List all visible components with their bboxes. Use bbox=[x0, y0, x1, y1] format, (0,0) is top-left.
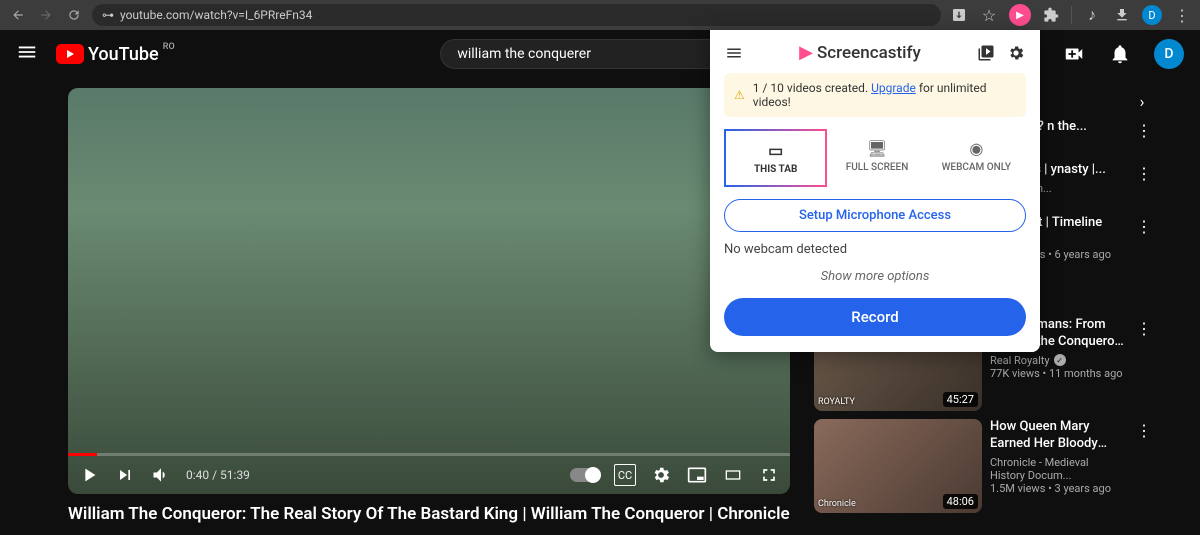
extensions-icon[interactable] bbox=[1041, 5, 1061, 25]
volume-icon[interactable] bbox=[150, 464, 172, 486]
video-title: William The Conqueror: The Real Story Of… bbox=[68, 504, 790, 524]
miniplayer-icon[interactable] bbox=[686, 464, 708, 486]
bookmark-star-icon[interactable]: ☆ bbox=[979, 5, 999, 25]
recommendation-item[interactable]: Chronicle 48:06 How Queen Mary Earned He… bbox=[814, 419, 1154, 513]
more-icon[interactable]: ⋮ bbox=[1134, 119, 1154, 142]
screencastify-popup: ▶ Screencastify ⚠ 1 / 10 videos created.… bbox=[710, 30, 1040, 352]
sc-settings-icon[interactable] bbox=[1006, 43, 1026, 63]
rec-title: How Queen Mary Earned Her Bloody Reputat… bbox=[990, 419, 1126, 453]
youtube-play-icon bbox=[56, 44, 84, 64]
install-icon[interactable] bbox=[949, 5, 969, 25]
url-text: youtube.com/watch?v=I_6PRreFn34 bbox=[120, 8, 312, 22]
youtube-logo-text: YouTube bbox=[88, 44, 159, 65]
browser-profile-avatar[interactable]: D bbox=[1142, 5, 1162, 25]
desktop-icon: 🖥 bbox=[831, 139, 922, 158]
theater-icon[interactable] bbox=[722, 464, 744, 486]
sc-tab-webcam[interactable]: ◉WEBCAM ONLY bbox=[927, 129, 1026, 187]
autoplay-toggle[interactable] bbox=[570, 468, 600, 482]
rec-channel: Chronicle - Medieval History Docum... bbox=[990, 456, 1126, 482]
sc-usage-banner: ⚠ 1 / 10 videos created. Upgrade for unl… bbox=[724, 73, 1026, 117]
webcam-icon: ◉ bbox=[931, 139, 1022, 158]
monitor-icon: ▭ bbox=[730, 141, 821, 160]
more-icon[interactable]: ⋮ bbox=[1134, 317, 1154, 411]
sc-more-options[interactable]: Show more options bbox=[724, 269, 1026, 284]
time-display: 0:40 / 51:39 bbox=[186, 468, 250, 482]
more-icon[interactable]: ⋮ bbox=[1134, 419, 1154, 513]
sc-menu-icon[interactable] bbox=[724, 43, 744, 63]
chevron-right-icon[interactable]: › bbox=[1130, 90, 1154, 114]
video-player[interactable]: 0:40 / 51:39 CC bbox=[68, 88, 790, 494]
rec-stats: 77K views • 11 months ago bbox=[990, 367, 1126, 380]
rec-thumbnail: Chronicle 48:06 bbox=[814, 419, 982, 513]
youtube-profile-avatar[interactable]: D bbox=[1154, 39, 1184, 69]
forward-icon[interactable] bbox=[36, 5, 56, 25]
sc-logo: ▶ Screencastify bbox=[799, 42, 921, 63]
create-icon[interactable] bbox=[1062, 42, 1086, 66]
sc-upgrade-link[interactable]: Upgrade bbox=[871, 81, 916, 95]
rec-stats: 1.5M views • 3 years ago bbox=[990, 482, 1126, 495]
sc-record-button[interactable]: Record bbox=[724, 298, 1026, 336]
next-icon[interactable] bbox=[114, 464, 136, 486]
rec-duration: 48:06 bbox=[943, 494, 978, 509]
browser-toolbar: ⊶ youtube.com/watch?v=I_6PRreFn34 ☆ ▶ ♪ … bbox=[0, 0, 1200, 30]
more-icon[interactable]: ⋮ bbox=[1134, 215, 1154, 309]
back-icon[interactable] bbox=[8, 5, 28, 25]
downloads-icon[interactable] bbox=[1112, 5, 1132, 25]
notifications-icon[interactable] bbox=[1108, 42, 1132, 66]
screencastify-extension-icon[interactable]: ▶ bbox=[1009, 4, 1031, 26]
region-code: RO bbox=[163, 42, 175, 52]
sc-logo-icon: ▶ bbox=[799, 42, 813, 63]
sc-tab-fullscreen[interactable]: 🖥FULL SCREEN bbox=[827, 129, 926, 187]
reload-icon[interactable] bbox=[64, 5, 84, 25]
sc-videos-icon[interactable] bbox=[976, 43, 996, 63]
more-icon[interactable]: ⋮ bbox=[1134, 162, 1154, 195]
cc-icon[interactable]: CC bbox=[614, 464, 636, 486]
browser-menu-icon[interactable]: ⋮ bbox=[1172, 5, 1192, 25]
url-bar[interactable]: ⊶ youtube.com/watch?v=I_6PRreFn34 bbox=[92, 4, 941, 26]
site-info-icon[interactable]: ⊶ bbox=[102, 8, 114, 22]
verified-icon bbox=[1054, 354, 1066, 366]
sc-mic-button[interactable]: Setup Microphone Access bbox=[724, 199, 1026, 232]
rec-duration: 45:27 bbox=[943, 392, 978, 407]
sc-tab-thistab[interactable]: ▭THIS TAB bbox=[724, 129, 827, 187]
fullscreen-icon[interactable] bbox=[758, 464, 780, 486]
hamburger-menu-icon[interactable] bbox=[16, 41, 38, 67]
media-icon[interactable]: ♪ bbox=[1082, 5, 1102, 25]
warning-icon: ⚠ bbox=[734, 88, 745, 102]
sc-webcam-status: No webcam detected bbox=[724, 242, 1026, 257]
rec-channel: Real Royalty bbox=[990, 354, 1126, 367]
sc-mode-tabs: ▭THIS TAB 🖥FULL SCREEN ◉WEBCAM ONLY bbox=[724, 129, 1026, 187]
play-icon[interactable] bbox=[78, 464, 100, 486]
player-controls: 0:40 / 51:39 CC bbox=[68, 456, 790, 494]
youtube-logo[interactable]: YouTube RO bbox=[56, 44, 159, 65]
settings-gear-icon[interactable] bbox=[650, 464, 672, 486]
